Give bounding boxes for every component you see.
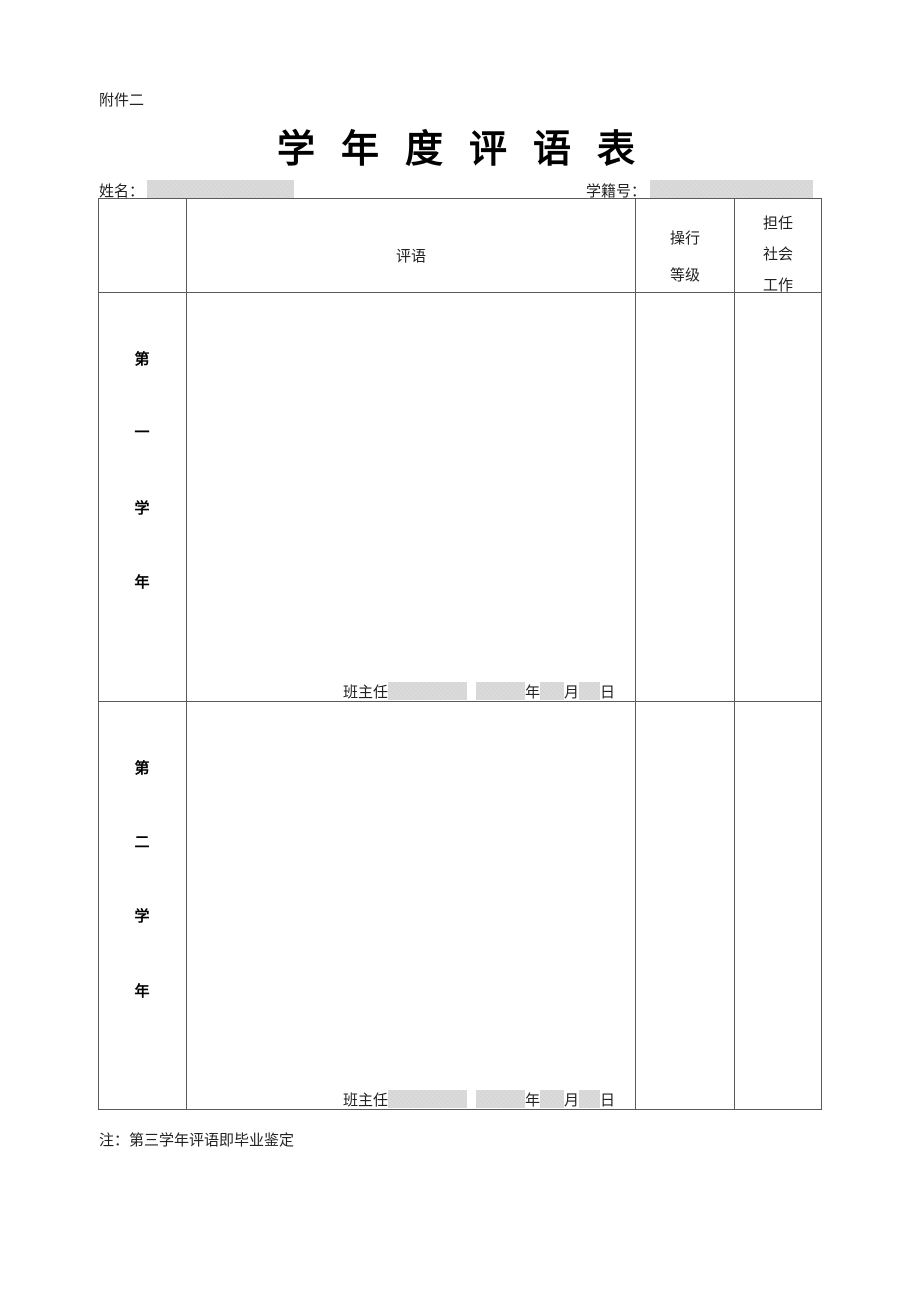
teacher-signature-field[interactable] <box>388 682 468 700</box>
footnote: 注：第三学年评语即毕业鉴定 <box>99 1131 295 1149</box>
month-field[interactable] <box>540 1090 565 1108</box>
student-id-field[interactable] <box>650 180 813 198</box>
teacher-label: 班主任 <box>343 682 389 701</box>
day-unit-label: 日 <box>600 682 616 701</box>
conduct-grade-cell[interactable] <box>636 293 734 701</box>
teacher-label: 班主任 <box>343 1090 389 1109</box>
comment-area[interactable] <box>187 293 635 673</box>
month-field[interactable] <box>540 682 565 700</box>
year-unit-label: 年 <box>525 682 541 701</box>
annex-label: 附件二 <box>99 91 145 109</box>
teacher-signature-field[interactable] <box>388 1090 468 1108</box>
social-work-cell[interactable] <box>735 293 821 701</box>
year-label-char: 一 <box>134 423 150 441</box>
table-border-right <box>821 198 822 1110</box>
year-field[interactable] <box>476 1090 526 1108</box>
header-social-work-line1: 担任 <box>762 214 793 232</box>
day-field[interactable] <box>579 1090 601 1108</box>
year-label-char: 年 <box>134 982 150 1000</box>
table-border-bottom <box>98 1109 822 1110</box>
header-year-cell <box>99 198 185 292</box>
table-border-top <box>98 198 822 199</box>
year-label-char: 学 <box>134 907 150 925</box>
social-work-cell[interactable] <box>735 702 821 1109</box>
year-label-char: 二 <box>134 833 150 851</box>
year-unit-label: 年 <box>525 1090 541 1109</box>
table-border-left <box>98 198 99 1110</box>
day-field[interactable] <box>579 682 601 700</box>
name-field[interactable] <box>147 180 294 198</box>
header-comment: 评语 <box>395 247 426 265</box>
year-field[interactable] <box>476 682 526 700</box>
header-conduct-grade-line2: 等级 <box>669 266 700 284</box>
header-conduct-grade-line1: 操行 <box>669 229 700 247</box>
month-unit-label: 月 <box>564 682 580 701</box>
year-label-char: 第 <box>134 759 150 777</box>
year-label-char: 第 <box>134 350 150 368</box>
conduct-grade-cell[interactable] <box>636 702 734 1109</box>
signature-line: 班主任 年 月 日 <box>343 681 615 701</box>
page-title: 学年度评语表 <box>276 127 661 171</box>
header-social-work-line2: 社会 <box>762 245 793 263</box>
year-label-char: 年 <box>134 573 150 591</box>
comment-area[interactable] <box>187 702 635 1082</box>
month-unit-label: 月 <box>564 1090 580 1109</box>
day-unit-label: 日 <box>600 1090 616 1109</box>
year-label-char: 学 <box>134 499 150 517</box>
header-social-work-line3: 工作 <box>762 276 793 294</box>
signature-line: 班主任 年 月 日 <box>343 1089 615 1109</box>
